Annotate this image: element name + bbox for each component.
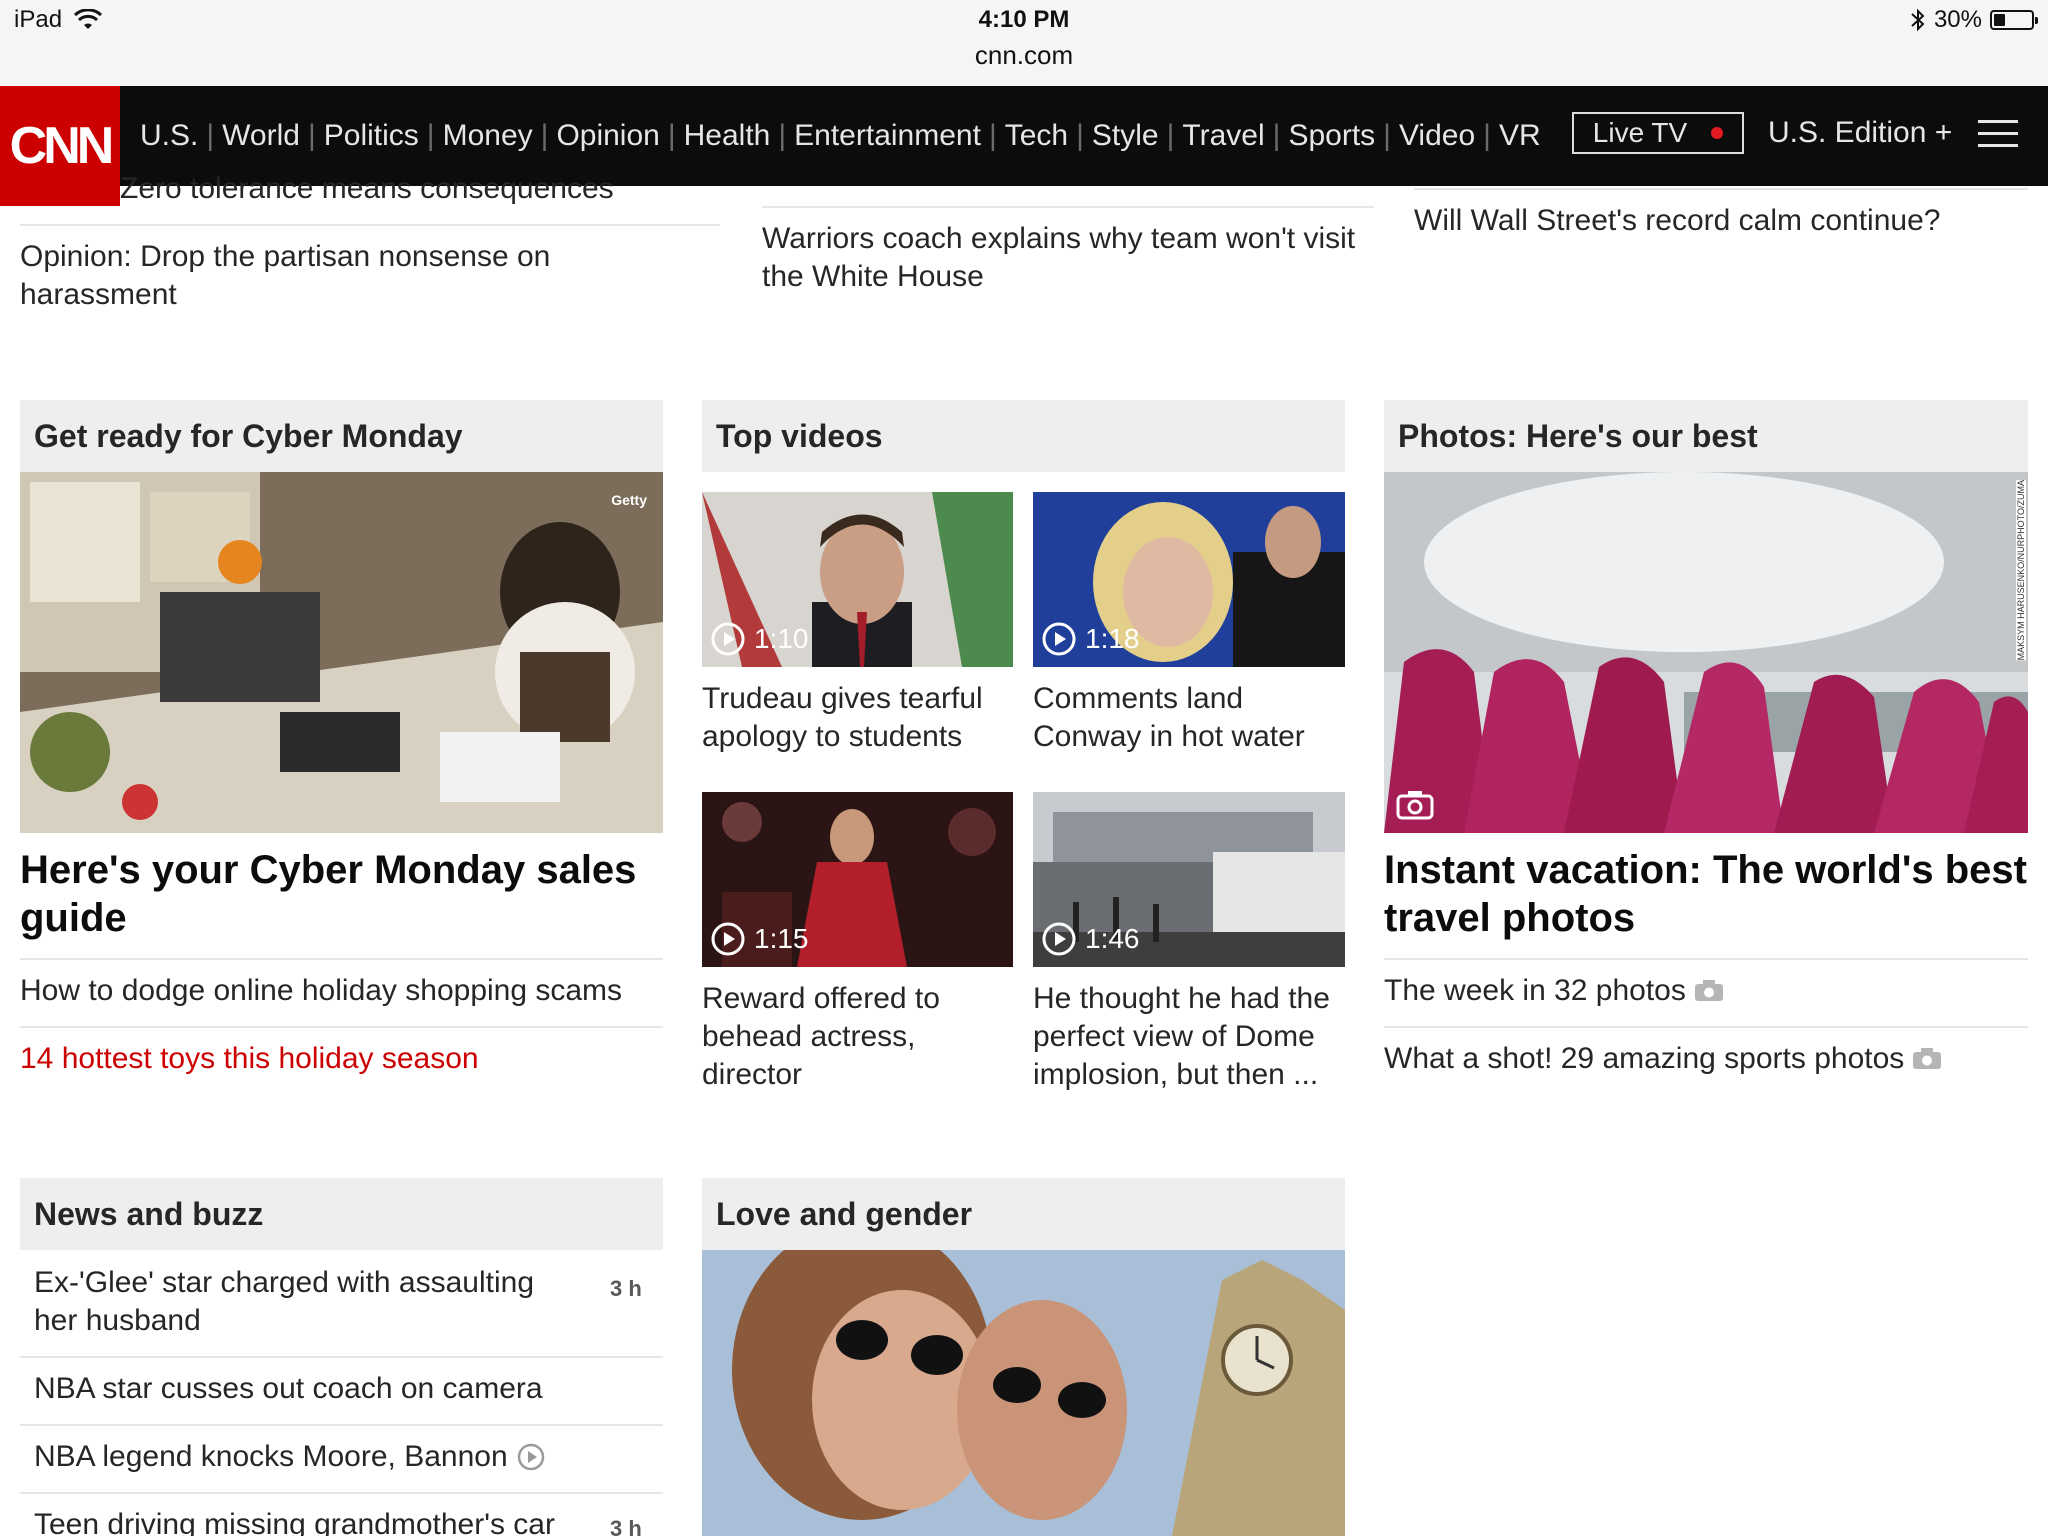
video-duration: 1:18: [1085, 623, 1140, 654]
video-title-actress[interactable]: Reward offered to behead actress, direct…: [702, 980, 972, 1094]
status-bar: iPad 4:10 PM cnn.com 30%: [0, 0, 2048, 86]
gallery-camera-icon: [1694, 980, 1723, 1001]
nav-link-politics[interactable]: Politics: [324, 119, 419, 153]
news-time: 3 h: [610, 1516, 642, 1536]
nav-link-video[interactable]: Video: [1399, 119, 1475, 153]
video-title-conway[interactable]: Comments land Conway in hot water: [1033, 680, 1345, 756]
cnn-logo[interactable]: CNN: [0, 86, 120, 206]
photos-link-sports-label: What a shot! 29 amazing sports photos: [1384, 1042, 1905, 1075]
battery-percent: 30%: [1933, 6, 1982, 33]
news-item-nba-legend-label: NBA legend knocks Moore, Bannon: [34, 1440, 508, 1473]
camera-icon: [1396, 791, 1434, 820]
play-badge: 1:46: [1041, 921, 1140, 957]
nav-link-tech[interactable]: Tech: [1005, 119, 1068, 153]
cyber-monday-image[interactable]: Getty: [20, 472, 663, 833]
travel-photo-image[interactable]: MAKSYM HARUSENKO/NURPHOTO/ZUMA: [1384, 472, 2028, 833]
love-gender-image[interactable]: [702, 1250, 1345, 1536]
battery-icon: [1990, 10, 2038, 30]
headline-warriors[interactable]: Warriors coach explains why team won't v…: [762, 220, 1374, 296]
play-icon: [1042, 622, 1076, 656]
video-title-trudeau[interactable]: Trudeau gives tearful apology to student…: [702, 680, 1013, 756]
nav-separator: |: [667, 119, 676, 152]
nav-separator: |: [778, 119, 787, 152]
cyber-headline[interactable]: Here's your Cyber Monday sales guide: [20, 846, 680, 942]
cyber-link-scams[interactable]: How to dodge online holiday shopping sca…: [20, 972, 663, 1010]
nav-separator: |: [540, 119, 549, 152]
video-duration: 1:46: [1085, 923, 1140, 954]
gallery-camera-icon: [1913, 1048, 1942, 1069]
news-item-nba-coach[interactable]: NBA star cusses out coach on camera: [34, 1370, 634, 1408]
nav-link-health[interactable]: Health: [684, 119, 771, 153]
nav-link-sports[interactable]: Sports: [1288, 119, 1375, 153]
news-time: 3 h: [610, 1276, 642, 1301]
live-tv-button[interactable]: Live TV: [1572, 112, 1744, 154]
nav-link-opinion[interactable]: Opinion: [556, 119, 659, 153]
video-duration: 1:10: [754, 623, 809, 654]
nav-separator: |: [1383, 119, 1391, 152]
play-icon: [711, 622, 745, 656]
nav-link-vr[interactable]: VR: [1499, 119, 1541, 153]
video-play-icon: [517, 1443, 544, 1471]
edition-selector[interactable]: U.S. Edition +: [1768, 116, 1952, 150]
video-thumb-conway[interactable]: 1:18: [1033, 492, 1345, 667]
nav-separator: |: [1483, 119, 1491, 152]
video-thumb-dome[interactable]: 1:46: [1033, 792, 1345, 967]
video-title-dome[interactable]: He thought he had the perfect view of Do…: [1033, 980, 1333, 1094]
url-bar[interactable]: cnn.com: [0, 40, 2048, 71]
live-dot-icon: [1711, 127, 1724, 139]
nav-separator: |: [426, 119, 435, 152]
nav-separator: |: [1272, 119, 1281, 152]
headline-harassment[interactable]: Opinion: Drop the partisan nonsense on h…: [20, 238, 600, 314]
nav-separator: |: [1076, 119, 1084, 152]
section-header-news[interactable]: News and buzz: [20, 1178, 663, 1250]
status-time: 4:10 PM: [978, 6, 1070, 33]
video-thumb-trudeau[interactable]: 1:10: [702, 492, 1013, 667]
nav-separator: |: [206, 119, 215, 152]
play-badge: 1:10: [710, 621, 809, 657]
status-right: 30%: [1910, 6, 2038, 34]
news-item-teen[interactable]: Teen driving missing grandmother's car: [34, 1506, 594, 1536]
nav-link-us[interactable]: U.S.: [140, 119, 198, 153]
cyber-link-toys[interactable]: 14 hottest toys this holiday season: [20, 1040, 663, 1078]
nav-link-travel[interactable]: Travel: [1182, 119, 1264, 153]
photos-link-week-label: The week in 32 photos: [1384, 974, 1686, 1007]
play-badge: 1:15: [710, 921, 809, 957]
news-item-nba-legend[interactable]: NBA legend knocks Moore, Bannon: [34, 1438, 634, 1476]
image-credit: Getty: [611, 492, 647, 508]
photos-link-week[interactable]: The week in 32 photos: [1384, 972, 2028, 1010]
section-header-love[interactable]: Love and gender: [702, 1178, 1345, 1250]
nav-separator: |: [307, 119, 316, 152]
nav-link-money[interactable]: Money: [443, 119, 533, 153]
partial-headline[interactable]: Zero tolerance means consequences: [120, 170, 720, 206]
battery-fill: [1994, 14, 2005, 26]
nav-link-world[interactable]: World: [222, 119, 300, 153]
nav-link-entertainment[interactable]: Entertainment: [794, 119, 981, 153]
news-item-glee[interactable]: Ex-'Glee' star charged with assaulting h…: [34, 1264, 574, 1340]
live-tv-label: Live TV: [1592, 117, 1688, 148]
nav-separator: |: [988, 119, 997, 152]
photos-headline[interactable]: Instant vacation: The world's best trave…: [1384, 846, 2028, 942]
photos-link-sports[interactable]: What a shot! 29 amazing sports photos: [1384, 1040, 2028, 1078]
nav-link-style[interactable]: Style: [1092, 119, 1159, 153]
play-badge: 1:18: [1041, 621, 1140, 657]
video-duration: 1:15: [754, 923, 809, 954]
video-thumb-actress[interactable]: 1:15: [702, 792, 1013, 967]
section-header-videos[interactable]: Top videos: [702, 400, 1345, 472]
bluetooth-icon: [1911, 8, 1925, 32]
play-icon: [711, 922, 745, 956]
section-header-cyber[interactable]: Get ready for Cyber Monday: [20, 400, 663, 472]
photo-credit: MAKSYM HARUSENKO/NURPHOTO/ZUMA: [2016, 480, 2026, 661]
headline-wall-street[interactable]: Will Wall Street's record calm continue?: [1414, 202, 2028, 240]
section-header-photos[interactable]: Photos: Here's our best: [1384, 400, 2028, 472]
play-icon: [1042, 922, 1076, 956]
menu-icon[interactable]: [1978, 120, 2018, 150]
nav-separator: |: [1166, 119, 1175, 152]
